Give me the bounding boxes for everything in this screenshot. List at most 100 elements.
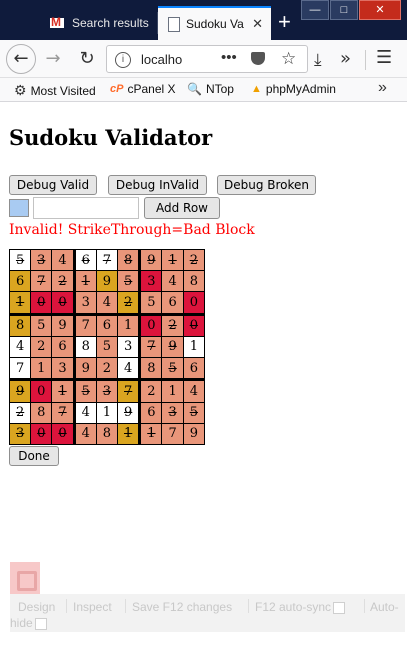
bookmark-most-visited[interactable]: ⚙ Most Visited — [14, 82, 96, 99]
grid-cell[interactable]: 4 — [182, 378, 206, 403]
reload-icon[interactable]: ↻ — [74, 46, 100, 72]
grid-cell[interactable]: 9 — [117, 401, 141, 424]
grid-cell[interactable]: 1 — [51, 378, 75, 403]
color-swatch[interactable] — [9, 199, 29, 217]
grid-cell[interactable]: 5 — [138, 291, 163, 315]
grid-cell[interactable]: 9 — [182, 422, 206, 446]
save-f12-changes-button[interactable]: Save F12 changes — [132, 600, 232, 614]
grid-cell[interactable]: 3 — [72, 291, 97, 315]
grid-cell[interactable]: 7 — [117, 378, 141, 403]
f12-auto-sync-checkbox[interactable] — [333, 601, 346, 614]
grid-cell[interactable]: 0 — [138, 312, 163, 337]
grid-cell[interactable]: 3 — [161, 401, 184, 424]
grid-cell[interactable]: 8 — [182, 270, 206, 293]
grid-cell[interactable]: 6 — [182, 357, 206, 381]
grid-cell[interactable]: 9 — [72, 357, 97, 381]
grid-cell[interactable]: 7 — [138, 335, 163, 359]
tab-search-results[interactable]: Search results — [40, 6, 157, 40]
download-icon[interactable]: ⤓ — [314, 50, 322, 70]
grid-cell[interactable]: 6 — [161, 291, 184, 315]
grid-cell[interactable]: 5 — [30, 312, 53, 337]
grid-cell[interactable]: 8 — [138, 357, 163, 381]
grid-cell[interactable]: 8 — [30, 401, 53, 424]
grid-cell[interactable]: 6 — [95, 312, 119, 337]
grid-cell[interactable]: 2 — [30, 335, 53, 359]
grid-cell[interactable]: 3 — [138, 270, 163, 293]
grid-cell[interactable]: 2 — [95, 357, 119, 381]
maximize-icon[interactable]: □ — [330, 0, 358, 20]
tab-sudoku-validator[interactable]: Sudoku Va ✕ — [158, 6, 271, 40]
grid-cell[interactable]: 7 — [30, 270, 53, 293]
grid-cell[interactable]: 5 — [117, 270, 141, 293]
info-icon[interactable]: i — [115, 52, 131, 68]
grid-cell[interactable]: 0 — [182, 312, 206, 337]
grid-cell[interactable]: 1 — [8, 291, 32, 315]
grid-cell[interactable]: 9 — [138, 248, 163, 272]
grid-cell[interactable]: 2 — [8, 401, 32, 424]
done-button[interactable]: Done — [9, 446, 59, 466]
add-row-button[interactable]: Add Row — [144, 197, 220, 219]
grid-cell[interactable]: 2 — [161, 312, 184, 337]
grid-cell[interactable]: 7 — [8, 357, 32, 381]
grid-cell[interactable]: 8 — [72, 335, 97, 359]
page-actions-icon[interactable]: ••• — [221, 49, 237, 66]
grid-cell[interactable]: 3 — [51, 357, 75, 381]
grid-cell[interactable]: 1 — [161, 248, 184, 272]
inspect-button[interactable]: Inspect — [73, 600, 112, 614]
grid-cell[interactable]: 2 — [51, 270, 75, 293]
grid-cell[interactable]: 0 — [51, 291, 75, 315]
grid-cell[interactable]: 5 — [182, 401, 206, 424]
grid-cell[interactable]: 3 — [95, 378, 119, 403]
grid-cell[interactable]: 2 — [182, 248, 206, 272]
grid-cell[interactable]: 7 — [95, 248, 119, 272]
window-close-icon[interactable]: ✕ — [359, 0, 401, 20]
grid-cell[interactable]: 6 — [51, 335, 75, 359]
grid-cell[interactable]: 5 — [161, 357, 184, 381]
close-tab-icon[interactable]: ✕ — [252, 16, 263, 32]
bookmark-star-icon[interactable]: ☆ — [281, 49, 296, 69]
grid-cell[interactable]: 0 — [30, 422, 53, 446]
grid-cell[interactable]: 2 — [138, 378, 163, 403]
url-text[interactable]: localho — [141, 52, 203, 67]
grid-cell[interactable]: 4 — [72, 401, 97, 424]
bookmark-ntop[interactable]: 🔍 NTop — [187, 82, 234, 96]
debug-broken-button[interactable]: Debug Broken — [217, 175, 316, 195]
auto-hide-toggle[interactable]: hide — [10, 616, 47, 630]
grid-cell[interactable]: 1 — [95, 401, 119, 424]
back-arrow-icon[interactable]: ← — [6, 44, 36, 74]
address-bar[interactable]: i localho ••• ☆ — [106, 45, 308, 73]
bookmark-phpmyadmin[interactable]: ▲ phpMyAdmin — [251, 82, 336, 96]
grid-cell[interactable]: 1 — [182, 335, 206, 359]
grid-cell[interactable]: 5 — [8, 248, 32, 272]
grid-cell[interactable]: 1 — [30, 357, 53, 381]
row-input[interactable] — [33, 197, 139, 219]
grid-cell[interactable]: 6 — [138, 401, 163, 424]
grid-cell[interactable]: 8 — [95, 422, 119, 446]
grid-cell[interactable]: 4 — [117, 357, 141, 381]
bookmark-cpanel[interactable]: cP cPanel X — [110, 82, 176, 96]
grid-cell[interactable]: 9 — [8, 378, 32, 403]
grid-cell[interactable]: 1 — [117, 312, 141, 337]
grid-cell[interactable]: 0 — [51, 422, 75, 446]
grid-cell[interactable]: 7 — [72, 312, 97, 337]
grid-cell[interactable]: 9 — [161, 335, 184, 359]
minimize-icon[interactable]: — — [301, 0, 329, 20]
grid-cell[interactable]: 0 — [30, 378, 53, 403]
f12-auto-sync-toggle[interactable]: F12 auto-sync — [255, 600, 346, 614]
debug-invalid-button[interactable]: Debug InValid — [108, 175, 207, 195]
pocket-icon[interactable] — [251, 52, 265, 65]
grid-cell[interactable]: 7 — [161, 422, 184, 446]
grid-cell[interactable]: 9 — [51, 312, 75, 337]
bookmarks-overflow-icon[interactable]: » — [378, 79, 387, 97]
grid-cell[interactable]: 4 — [51, 248, 75, 272]
grid-cell[interactable]: 1 — [138, 422, 163, 446]
grid-cell[interactable]: 2 — [117, 291, 141, 315]
toolbar-overflow-icon[interactable]: » — [340, 48, 351, 69]
grid-cell[interactable]: 4 — [72, 422, 97, 446]
grid-cell[interactable]: 7 — [51, 401, 75, 424]
grid-cell[interactable]: 0 — [30, 291, 53, 315]
grid-cell[interactable]: 3 — [30, 248, 53, 272]
grid-cell[interactable]: 6 — [8, 270, 32, 293]
grid-cell[interactable]: 8 — [8, 312, 32, 337]
grid-cell[interactable]: 4 — [161, 270, 184, 293]
